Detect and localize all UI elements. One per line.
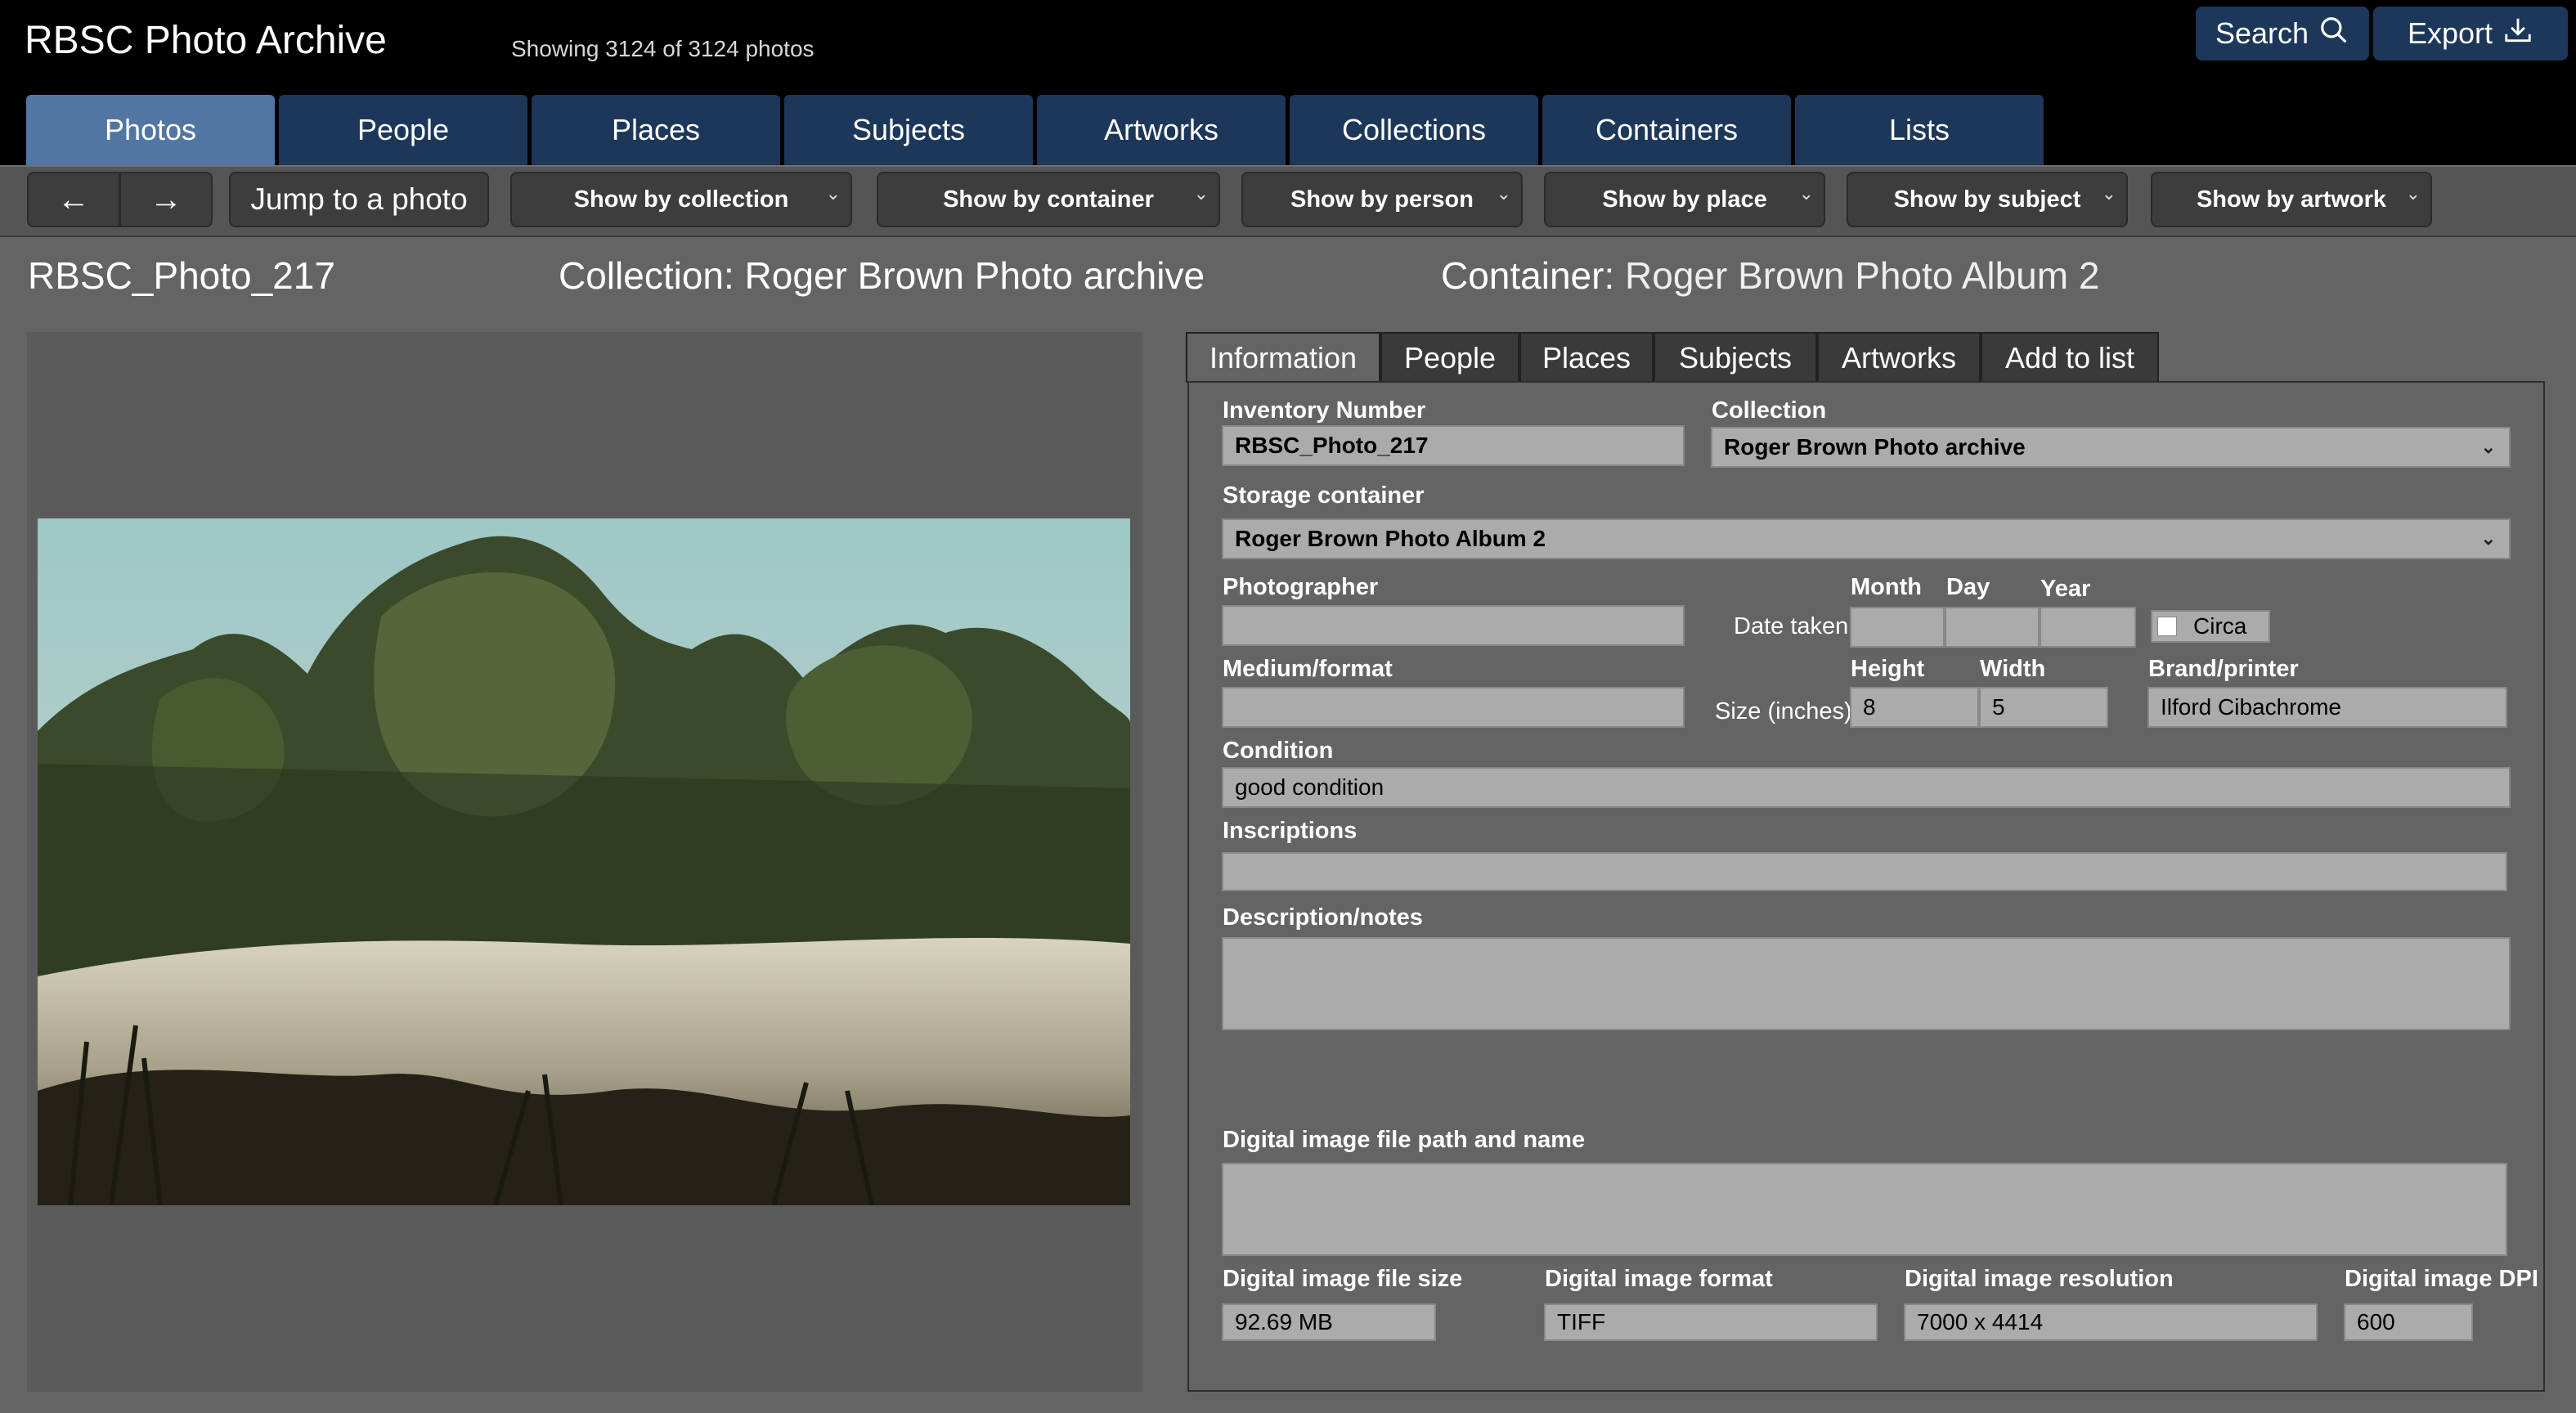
tab-info-places[interactable]: Places (1519, 332, 1654, 383)
width-field[interactable]: 5 (1979, 687, 2108, 728)
show-by-artwork-label: Show by artwork (2196, 186, 2387, 213)
container-heading-prefix: Container: (1441, 254, 1615, 297)
photo-id-heading: RBSC_Photo_217 (28, 254, 335, 297)
chevron-down-icon: ⌄ (2480, 528, 2496, 549)
export-button[interactable]: Export (2373, 7, 2568, 61)
chevron-down-icon: ⌄ (1496, 183, 1511, 204)
chevron-down-icon: ⌄ (1798, 183, 1814, 204)
year-field[interactable] (2040, 607, 2136, 648)
tab-artworks[interactable]: Artworks (1037, 95, 1286, 165)
storage-container-select[interactable]: Roger Brown Photo Album 2 ⌄ (1222, 518, 2511, 559)
checkbox-icon (2157, 617, 2177, 636)
month-field[interactable] (1850, 607, 1945, 648)
image-format-label: Digital image format (1545, 1266, 1773, 1292)
photographer-label: Photographer (1223, 574, 1379, 600)
height-label: Height (1851, 656, 1925, 682)
tab-add-to-list[interactable]: Add to list (1981, 332, 2159, 383)
export-label: Export (2407, 16, 2493, 50)
search-button[interactable]: Search (2196, 7, 2369, 61)
date-taken-label: Date taken: (1734, 613, 1856, 639)
inventory-number-label: Inventory Number (1223, 397, 1426, 424)
photographer-field[interactable] (1222, 605, 1685, 646)
chevron-down-icon: ⌄ (825, 183, 841, 204)
file-size-label: Digital image file size (1223, 1266, 1463, 1292)
tab-info-subjects[interactable]: Subjects (1654, 332, 1817, 383)
export-icon (2502, 15, 2533, 53)
description-field[interactable] (1222, 937, 2511, 1030)
search-icon (2318, 15, 2349, 53)
chevron-down-icon: ⌄ (2101, 183, 2116, 204)
tab-lists[interactable]: Lists (1795, 95, 2044, 165)
image-dpi-label: Digital image DPI (2345, 1266, 2538, 1292)
storage-container-label: Storage container (1223, 482, 1425, 509)
next-photo-button[interactable]: → (119, 172, 213, 227)
condition-field[interactable]: good condition (1222, 767, 2511, 808)
width-label: Width (1980, 656, 2046, 682)
tab-places[interactable]: Places (532, 95, 780, 165)
tab-collections[interactable]: Collections (1290, 95, 1538, 165)
description-label: Description/notes (1223, 904, 1423, 931)
tab-subjects[interactable]: Subjects (784, 95, 1033, 165)
height-field[interactable]: 8 (1850, 687, 1979, 728)
search-label: Search (2215, 16, 2309, 50)
show-by-place-dropdown[interactable]: Show by place ⌄ (1544, 172, 1825, 227)
image-format-field[interactable]: TIFF (1544, 1303, 1878, 1341)
tab-info-artworks[interactable]: Artworks (1817, 332, 1981, 383)
show-by-container-dropdown[interactable]: Show by container ⌄ (877, 172, 1220, 227)
inventory-number-field[interactable]: RBSC_Photo_217 (1222, 425, 1685, 466)
show-by-person-dropdown[interactable]: Show by person ⌄ (1241, 172, 1523, 227)
collection-select[interactable]: Roger Brown Photo archive ⌄ (1711, 427, 2511, 468)
chevron-down-icon: ⌄ (2405, 183, 2421, 204)
show-by-container-label: Show by container (943, 186, 1154, 213)
year-label: Year (2040, 576, 2091, 602)
show-by-collection-label: Show by collection (573, 186, 789, 213)
image-resolution-label: Digital image resolution (1905, 1266, 2174, 1292)
storage-container-value: Roger Brown Photo Album 2 (1235, 526, 1546, 551)
photo-image[interactable] (38, 518, 1130, 1205)
size-label: Size (inches): (1715, 698, 1859, 724)
app-header: RBSC Photo Archive Showing 3124 of 3124 … (0, 0, 2576, 165)
show-by-subject-label: Show by subject (1893, 186, 2081, 213)
tab-containers[interactable]: Containers (1542, 95, 1791, 165)
show-by-artwork-dropdown[interactable]: Show by artwork ⌄ (2151, 172, 2432, 227)
day-field[interactable] (1945, 607, 2040, 648)
day-label: Day (1946, 574, 1990, 600)
photo-count: Showing 3124 of 3124 photos (511, 36, 815, 61)
show-by-subject-dropdown[interactable]: Show by subject ⌄ (1847, 172, 2128, 227)
file-path-label: Digital image file path and name (1223, 1127, 1586, 1153)
container-heading-value: Roger Brown Photo Album 2 (1625, 254, 2100, 297)
collection-value: Roger Brown Photo archive (1724, 434, 2026, 460)
tab-information[interactable]: Information (1186, 332, 1380, 383)
collection-label: Collection (1712, 397, 1827, 424)
circa-checkbox[interactable]: Circa (2151, 610, 2270, 643)
file-path-field[interactable] (1222, 1163, 2507, 1256)
show-by-place-label: Show by place (1602, 186, 1767, 213)
collection-heading: Collection: Roger Brown Photo archive (559, 254, 1205, 297)
prev-photo-button[interactable]: ← (27, 172, 120, 227)
app-title: RBSC Photo Archive (25, 19, 387, 62)
inscriptions-label: Inscriptions (1223, 818, 1358, 844)
show-by-person-label: Show by person (1290, 186, 1474, 213)
medium-format-label: Medium/format (1223, 656, 1393, 682)
image-dpi-field[interactable]: 600 (2344, 1303, 2473, 1341)
month-label: Month (1851, 574, 1922, 600)
tab-info-people[interactable]: People (1380, 332, 1519, 383)
condition-label: Condition (1223, 738, 1334, 764)
inscriptions-field[interactable] (1222, 852, 2507, 891)
circa-label: Circa (2193, 613, 2247, 639)
jump-to-photo-button[interactable]: Jump to a photo (229, 172, 489, 227)
tab-photos[interactable]: Photos (26, 95, 275, 165)
brand-printer-label: Brand/printer (2148, 656, 2299, 682)
medium-format-field[interactable] (1222, 687, 1685, 728)
tab-people[interactable]: People (279, 95, 527, 165)
show-by-collection-dropdown[interactable]: Show by collection ⌄ (510, 172, 852, 227)
chevron-down-icon: ⌄ (1193, 183, 1209, 204)
container-heading: Container: Roger Brown Photo Album 2 (1441, 253, 2099, 298)
brand-printer-field[interactable]: Ilford Cibachrome (2147, 687, 2507, 728)
file-size-field[interactable]: 92.69 MB (1222, 1303, 1436, 1341)
image-resolution-field[interactable]: 7000 x 4414 (1904, 1303, 2318, 1341)
chevron-down-icon: ⌄ (2480, 437, 2496, 457)
